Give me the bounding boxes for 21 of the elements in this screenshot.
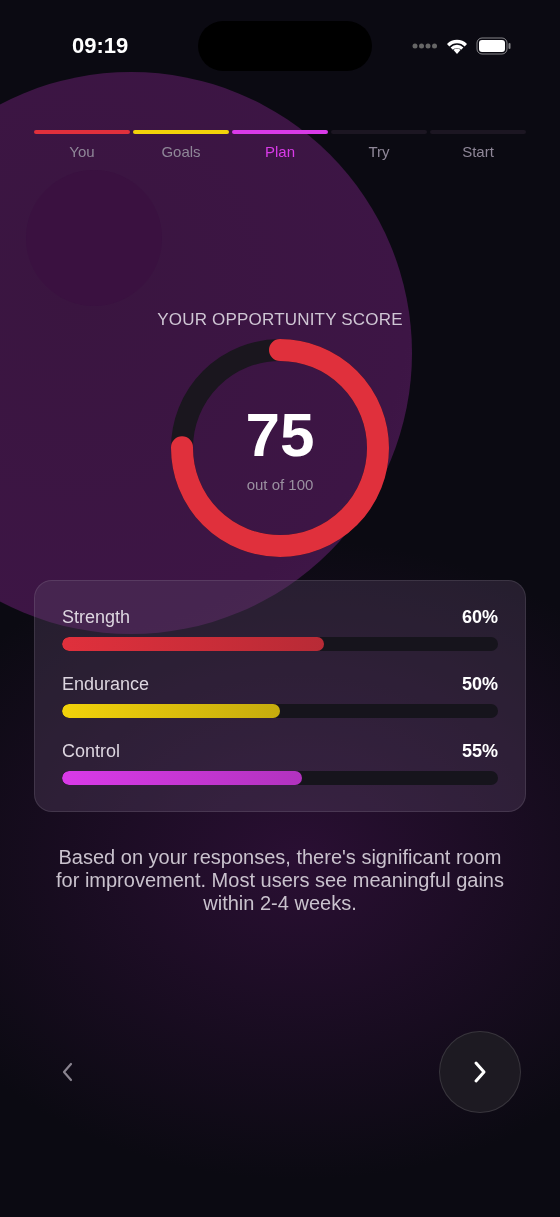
status-time: 09:19 (72, 33, 129, 59)
chevron-right-icon (472, 1060, 488, 1084)
metric-name: Endurance (62, 674, 150, 695)
score-value: 75 (245, 403, 315, 466)
battery-icon (476, 37, 512, 55)
step-label: Start (462, 143, 494, 160)
chevron-left-icon (60, 1061, 74, 1083)
score-caption: out of 100 (246, 475, 314, 493)
metric-name: Strength (62, 607, 131, 628)
step-label: You (69, 143, 95, 160)
metric-percent: 60% (461, 607, 498, 628)
metric-percent: 55% (461, 741, 498, 762)
wifi-icon (446, 38, 468, 54)
step-label: Goals (161, 143, 201, 160)
metric-name: Control (62, 741, 121, 762)
signal-icon (412, 43, 438, 49)
step-label: Plan (265, 143, 295, 160)
step-label: Try (368, 143, 390, 160)
score-title: YOUR OPPORTUNITY SCORE (156, 310, 404, 330)
metric-percent: 50% (461, 674, 498, 695)
summary-text: Based on your responses, there's significant room for improvement. Most users see meaningful gains within 2-4 weeks. (55, 846, 505, 915)
